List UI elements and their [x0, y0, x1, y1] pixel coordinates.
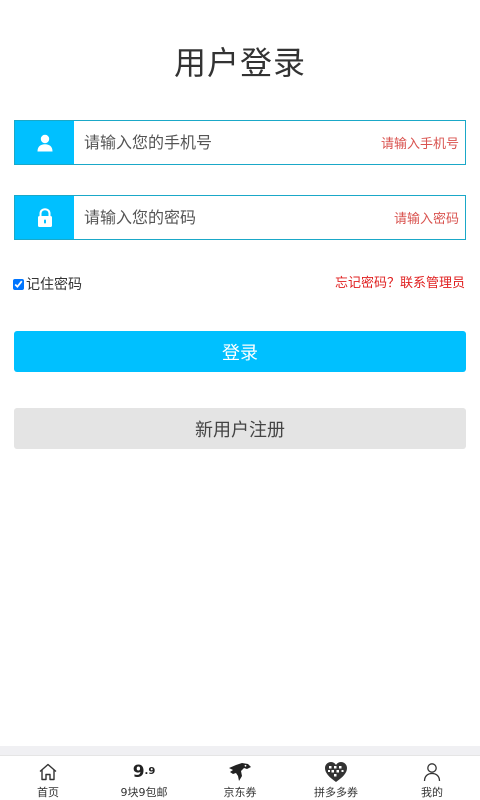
nine-nine-icon: 9.9 [133, 761, 156, 783]
phone-icon-box [15, 121, 74, 164]
remember-password[interactable]: 记住密码 [13, 274, 82, 294]
password-icon-box [15, 196, 74, 239]
register-button[interactable]: 新用户注册 [14, 408, 466, 449]
home-icon [38, 761, 58, 783]
password-field: 请输入密码 [14, 195, 466, 240]
login-button[interactable]: 登录 [14, 331, 466, 372]
jd-dog-icon [228, 761, 252, 783]
tab-jd-coupon[interactable]: 京东券 [192, 756, 288, 800]
nine-nine-icon-text-small: .9 [144, 766, 156, 777]
forgot-password-link[interactable]: 忘记密码？联系管理员 [335, 272, 465, 291]
tab-pdd-coupon-label: 拼多多券 [314, 786, 358, 799]
login-page: 用户登录 请输入手机号 请输入密码 记住密码 忘记密码？联系管理员 登录 新用户… [0, 0, 480, 800]
tab-nine-nine[interactable]: 9.9 9块9包邮 [96, 756, 192, 800]
lock-icon [37, 207, 52, 227]
pinduoduo-icon [324, 761, 348, 783]
phone-input[interactable] [74, 121, 381, 164]
tab-home-label: 首页 [37, 786, 59, 799]
tab-bar: 首页 9.9 9块9包邮 京东券 拼多多券 我的 [0, 755, 480, 800]
profile-icon [422, 761, 442, 783]
tab-pdd-coupon[interactable]: 拼多多券 [288, 756, 384, 800]
phone-field: 请输入手机号 [14, 120, 466, 165]
phone-hint: 请输入手机号 [380, 137, 459, 152]
user-icon [37, 134, 52, 151]
password-hint: 请输入密码 [393, 212, 459, 227]
nine-nine-icon-text: 9 [132, 762, 145, 782]
tab-profile-label: 我的 [421, 786, 443, 799]
tab-profile[interactable]: 我的 [384, 756, 480, 800]
password-input[interactable] [74, 196, 394, 239]
tab-jd-coupon-label: 京东券 [223, 786, 257, 799]
remember-label: 记住密码 [26, 277, 82, 293]
bottom-divider [0, 746, 480, 755]
tab-nine-nine-label: 9块9包邮 [120, 786, 168, 799]
tab-home[interactable]: 首页 [0, 756, 96, 800]
remember-checkbox[interactable] [13, 278, 24, 290]
page-title: 用户登录 [173, 44, 306, 82]
